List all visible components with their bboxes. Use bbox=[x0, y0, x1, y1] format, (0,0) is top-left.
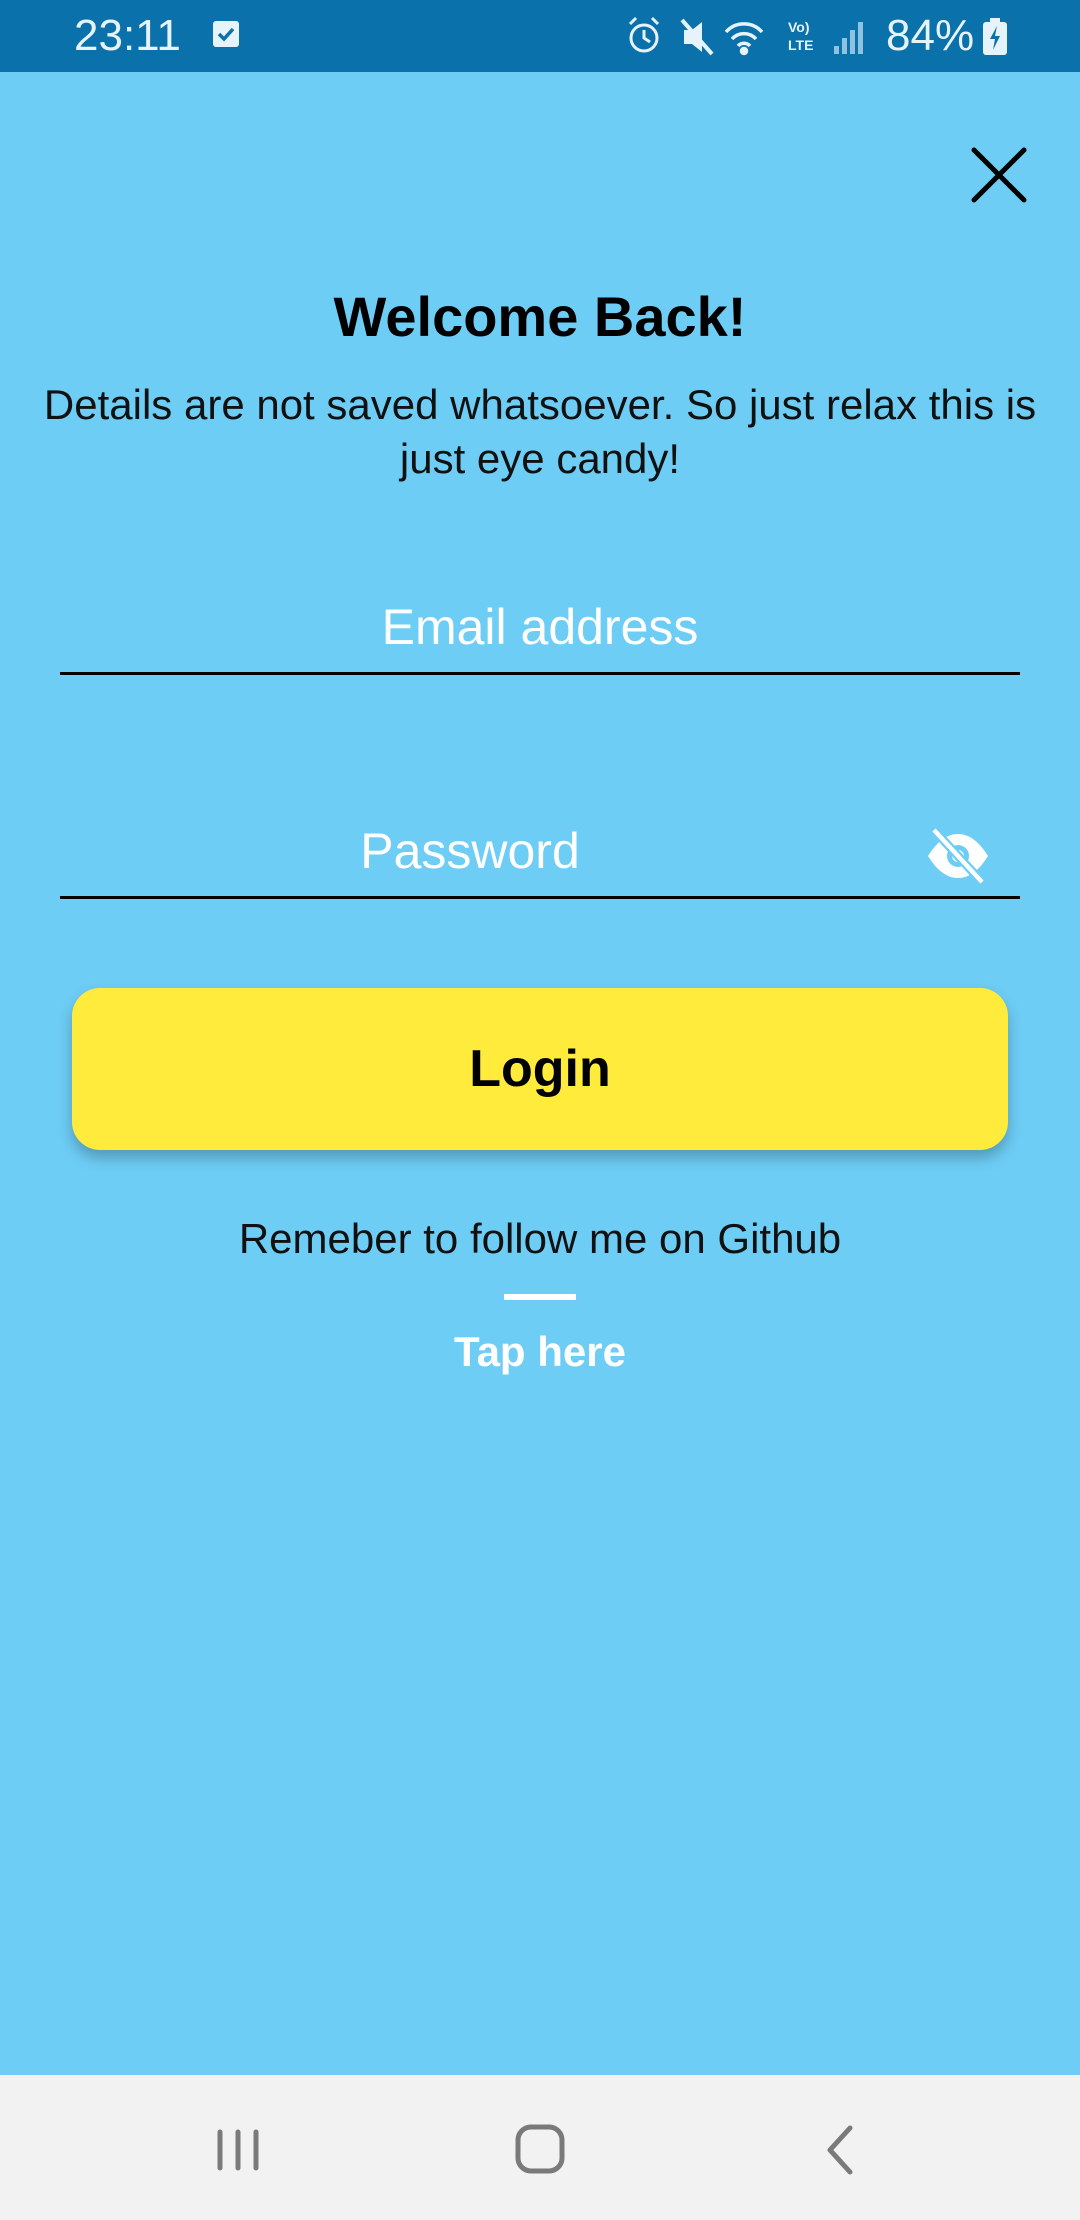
login-screen: 23:11 Vo) LTE 84% Welcome Back! Details … bbox=[0, 0, 1080, 2220]
eye-off-icon[interactable] bbox=[924, 826, 992, 886]
svg-text:Vo): Vo) bbox=[788, 19, 810, 35]
signal-icon bbox=[834, 22, 863, 54]
login-button[interactable]: Login bbox=[72, 988, 1008, 1150]
recents-icon[interactable] bbox=[200, 2115, 280, 2185]
lte-icon: Vo) LTE bbox=[788, 19, 813, 53]
password-placeholder: Password bbox=[360, 823, 580, 879]
wifi-icon bbox=[724, 22, 764, 56]
page-subtitle: Details are not saved whatsoever. So jus… bbox=[43, 381, 1037, 482]
password-field[interactable]: Password bbox=[60, 806, 1020, 899]
divider bbox=[504, 1294, 576, 1300]
svg-text:LTE: LTE bbox=[788, 37, 813, 53]
email-placeholder: Email address bbox=[381, 599, 699, 655]
tap-here-link[interactable]: Tap here bbox=[0, 1324, 1080, 1380]
check-icon bbox=[213, 21, 239, 47]
mute-icon bbox=[680, 18, 714, 56]
email-field[interactable]: Email address bbox=[60, 582, 1020, 675]
status-time: 23:11 bbox=[74, 11, 181, 60]
status-bar: 23:11 Vo) LTE 84% bbox=[0, 0, 1080, 72]
close-icon[interactable] bbox=[964, 140, 1034, 210]
page-title: Welcome Back! bbox=[333, 285, 747, 348]
home-icon[interactable] bbox=[500, 2115, 580, 2185]
github-message: Remeber to follow me on Github bbox=[238, 1215, 842, 1262]
battery-percent: 84% bbox=[886, 11, 975, 60]
alarm-icon bbox=[628, 16, 660, 53]
system-nav-bar bbox=[0, 2075, 1080, 2220]
status-icons: Vo) LTE bbox=[628, 16, 863, 56]
back-icon[interactable] bbox=[800, 2115, 880, 2185]
battery-icon bbox=[983, 18, 1007, 55]
